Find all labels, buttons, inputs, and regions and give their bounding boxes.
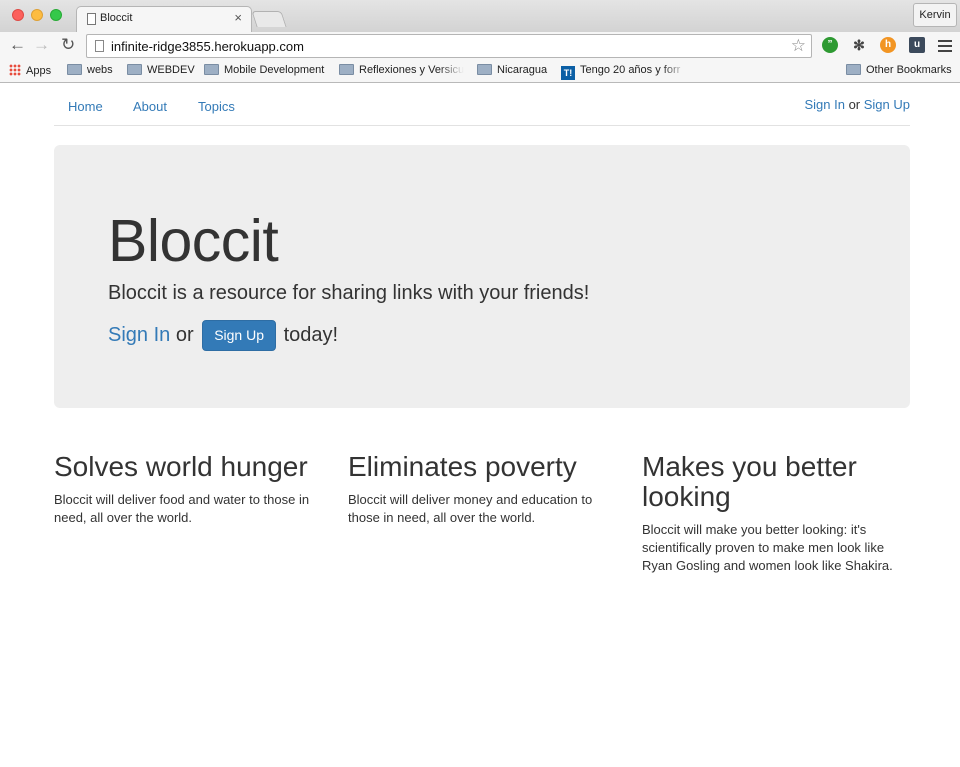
folder-icon: [67, 64, 82, 75]
bookmark-nicaragua[interactable]: Nicaragua: [477, 64, 547, 76]
bookmark-reflexiones[interactable]: Reflexiones y Versicu: [339, 64, 464, 76]
browser-menu-icon[interactable]: [938, 40, 952, 55]
apps-icon: [9, 64, 21, 76]
back-arrow-icon[interactable]: ←: [9, 35, 26, 55]
feature-text: Bloccit will make you better looking: it…: [642, 522, 893, 573]
folder-icon: [204, 64, 219, 75]
web-page: Home About Topics Sign In or Sign Up Blo…: [0, 84, 960, 767]
hero-title: Bloccit: [108, 208, 279, 274]
feature-title: Eliminates poverty: [348, 451, 577, 482]
page-icon: [95, 40, 104, 52]
window-close-icon[interactable]: [12, 9, 24, 21]
feature-text: Bloccit will deliver money and education…: [348, 492, 593, 525]
tab-close-icon[interactable]: ×: [234, 10, 242, 25]
tab-title: Bloccit: [100, 12, 133, 24]
folder-icon: [477, 64, 492, 75]
new-tab-button[interactable]: [251, 11, 287, 27]
bookmark-star-icon[interactable]: ☆: [791, 36, 806, 56]
nav-or-text: or: [848, 97, 861, 112]
nav-sign-up-link[interactable]: Sign Up: [864, 97, 910, 112]
bookmark-webdev[interactable]: WEBDEV: [127, 64, 195, 76]
bookmark-other[interactable]: Other Bookmarks: [846, 64, 952, 76]
reload-icon[interactable]: ↻: [61, 35, 75, 55]
browser-toolbar: ← → ↻ infinite-ridge3855.herokuapp.com ☆…: [0, 32, 960, 60]
feature-title: Solves world hunger: [54, 451, 308, 482]
nav-about-link[interactable]: About: [133, 99, 167, 114]
bug-extension-icon[interactable]: ✻: [851, 37, 867, 53]
feature-text: Bloccit will deliver food and water to t…: [54, 492, 310, 525]
feature-column: Eliminates poverty Bloccit will deliver …: [348, 452, 614, 527]
hero-jumbotron: Bloccit Bloccit is a resource for sharin…: [54, 145, 910, 408]
bookmarks-bar: Apps webs WEBDEV Mobile Development Refl…: [0, 60, 960, 83]
hero-lead: Bloccit is a resource for sharing links …: [108, 282, 590, 304]
folder-icon: [127, 64, 142, 75]
feature-column: Makes you better looking Bloccit will ma…: [642, 452, 908, 575]
h-extension-icon[interactable]: h: [880, 37, 896, 53]
hero-or-text: or: [175, 323, 194, 346]
folder-icon: [339, 64, 354, 75]
folder-icon: [846, 64, 861, 75]
hero-sign-in-link[interactable]: Sign In: [108, 324, 170, 346]
t-icon: T!: [561, 66, 575, 80]
site-navbar: Home About Topics Sign In or Sign Up: [54, 84, 910, 126]
bookmark-tengo-20[interactable]: T! Tengo 20 años y forr: [561, 64, 687, 80]
auth-links: Sign In or Sign Up: [804, 97, 910, 112]
url-text[interactable]: infinite-ridge3855.herokuapp.com: [111, 39, 304, 54]
bookmark-apps[interactable]: Apps: [9, 64, 51, 77]
tab-strip: Bloccit × Kervin: [0, 0, 960, 33]
nav-home-link[interactable]: Home: [68, 99, 103, 114]
feature-title: Makes you better looking: [642, 451, 857, 512]
page-icon: [87, 13, 96, 25]
hero-today-text: today!: [283, 323, 339, 346]
hero-sign-up-button[interactable]: Sign Up: [202, 320, 276, 351]
profile-button[interactable]: Kervin: [913, 3, 957, 27]
browser-tab[interactable]: Bloccit ×: [76, 6, 252, 33]
browser-window: Bloccit × Kervin ← → ↻ infinite-ridge385…: [0, 0, 960, 767]
u-extension-icon[interactable]: u: [909, 37, 925, 53]
feature-column: Solves world hunger Bloccit will deliver…: [54, 452, 320, 527]
forward-arrow-icon[interactable]: →: [33, 35, 50, 55]
window-minimize-icon[interactable]: [31, 9, 43, 21]
bookmark-mobile-development[interactable]: Mobile Development: [204, 64, 324, 76]
hero-cta: Sign In or Sign Up today!: [108, 320, 338, 351]
nav-sign-in-link[interactable]: Sign In: [804, 97, 844, 112]
address-bar[interactable]: infinite-ridge3855.herokuapp.com ☆: [86, 34, 812, 58]
hangouts-extension-icon[interactable]: ”: [822, 37, 838, 53]
bookmark-webs[interactable]: webs: [67, 64, 113, 76]
window-maximize-icon[interactable]: [50, 9, 62, 21]
nav-topics-link[interactable]: Topics: [198, 99, 235, 114]
